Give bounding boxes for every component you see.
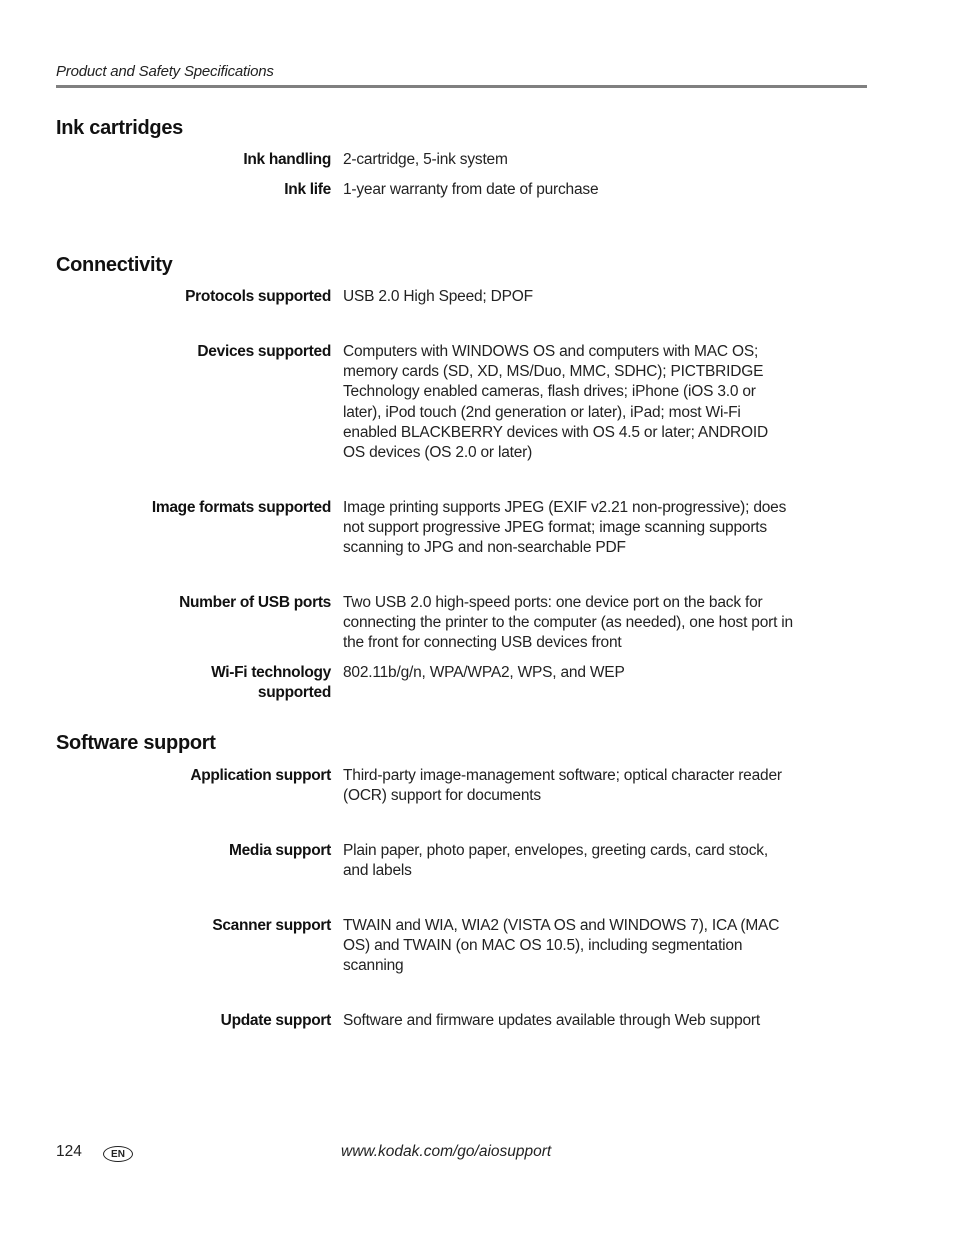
- language-badge-icon: EN: [103, 1146, 133, 1162]
- spec-label: Application support: [190, 767, 331, 784]
- spec-value: Software and firmware updates available …: [343, 1012, 760, 1029]
- section-title-software-support: Software support: [56, 732, 216, 754]
- spec-value: TWAIN and WIA, WIA2 (VISTA OS and WINDOW…: [343, 917, 780, 975]
- page-number: 124: [56, 1143, 82, 1160]
- spec-value: 2-cartridge, 5-ink system: [343, 151, 508, 168]
- spec-label: Scanner support: [212, 917, 331, 934]
- spec-label: Number of USB ports: [179, 594, 331, 611]
- spec-label: Image formats supported: [151, 499, 331, 516]
- spec-label-line: Wi-Fi technology: [211, 664, 331, 681]
- spec-value: Image printing supports JPEG (EXIF v2.21…: [343, 499, 787, 557]
- spec-value: 1-year warranty from date of purchase: [343, 181, 599, 198]
- spec-label: Wi-Fi technology supported: [211, 663, 331, 703]
- spec-label: Ink handling: [243, 151, 331, 168]
- section-title-ink-cartridges: Ink cartridges: [56, 117, 183, 139]
- section-title-connectivity: Connectivity: [56, 254, 173, 276]
- spec-label: Update support: [220, 1012, 332, 1029]
- spec-value: 802.11b/g/n, WPA/WPA2, WPS, and WEP: [343, 664, 625, 681]
- spec-label: Devices supported: [197, 343, 331, 360]
- spec-value: Third-party image-management software; o…: [343, 767, 782, 805]
- spec-label: Media support: [228, 842, 331, 859]
- spec-label-line: supported: [257, 684, 331, 702]
- spec-label: Ink life: [284, 181, 331, 198]
- spec-value: Two USB 2.0 high-speed ports: one device…: [343, 594, 793, 652]
- footer-url[interactable]: www.kodak.com/go/aiosupport: [341, 1143, 551, 1161]
- running-head: Product and Safety Specifications: [56, 63, 274, 80]
- spec-label: Protocols supported: [185, 288, 331, 305]
- spec-value: USB 2.0 High Speed; DPOF: [343, 288, 533, 305]
- spec-value: Plain paper, photo paper, envelopes, gre…: [343, 842, 768, 880]
- spec-value: Computers with WINDOWS OS and computers …: [343, 343, 769, 462]
- header-rule: [56, 85, 867, 88]
